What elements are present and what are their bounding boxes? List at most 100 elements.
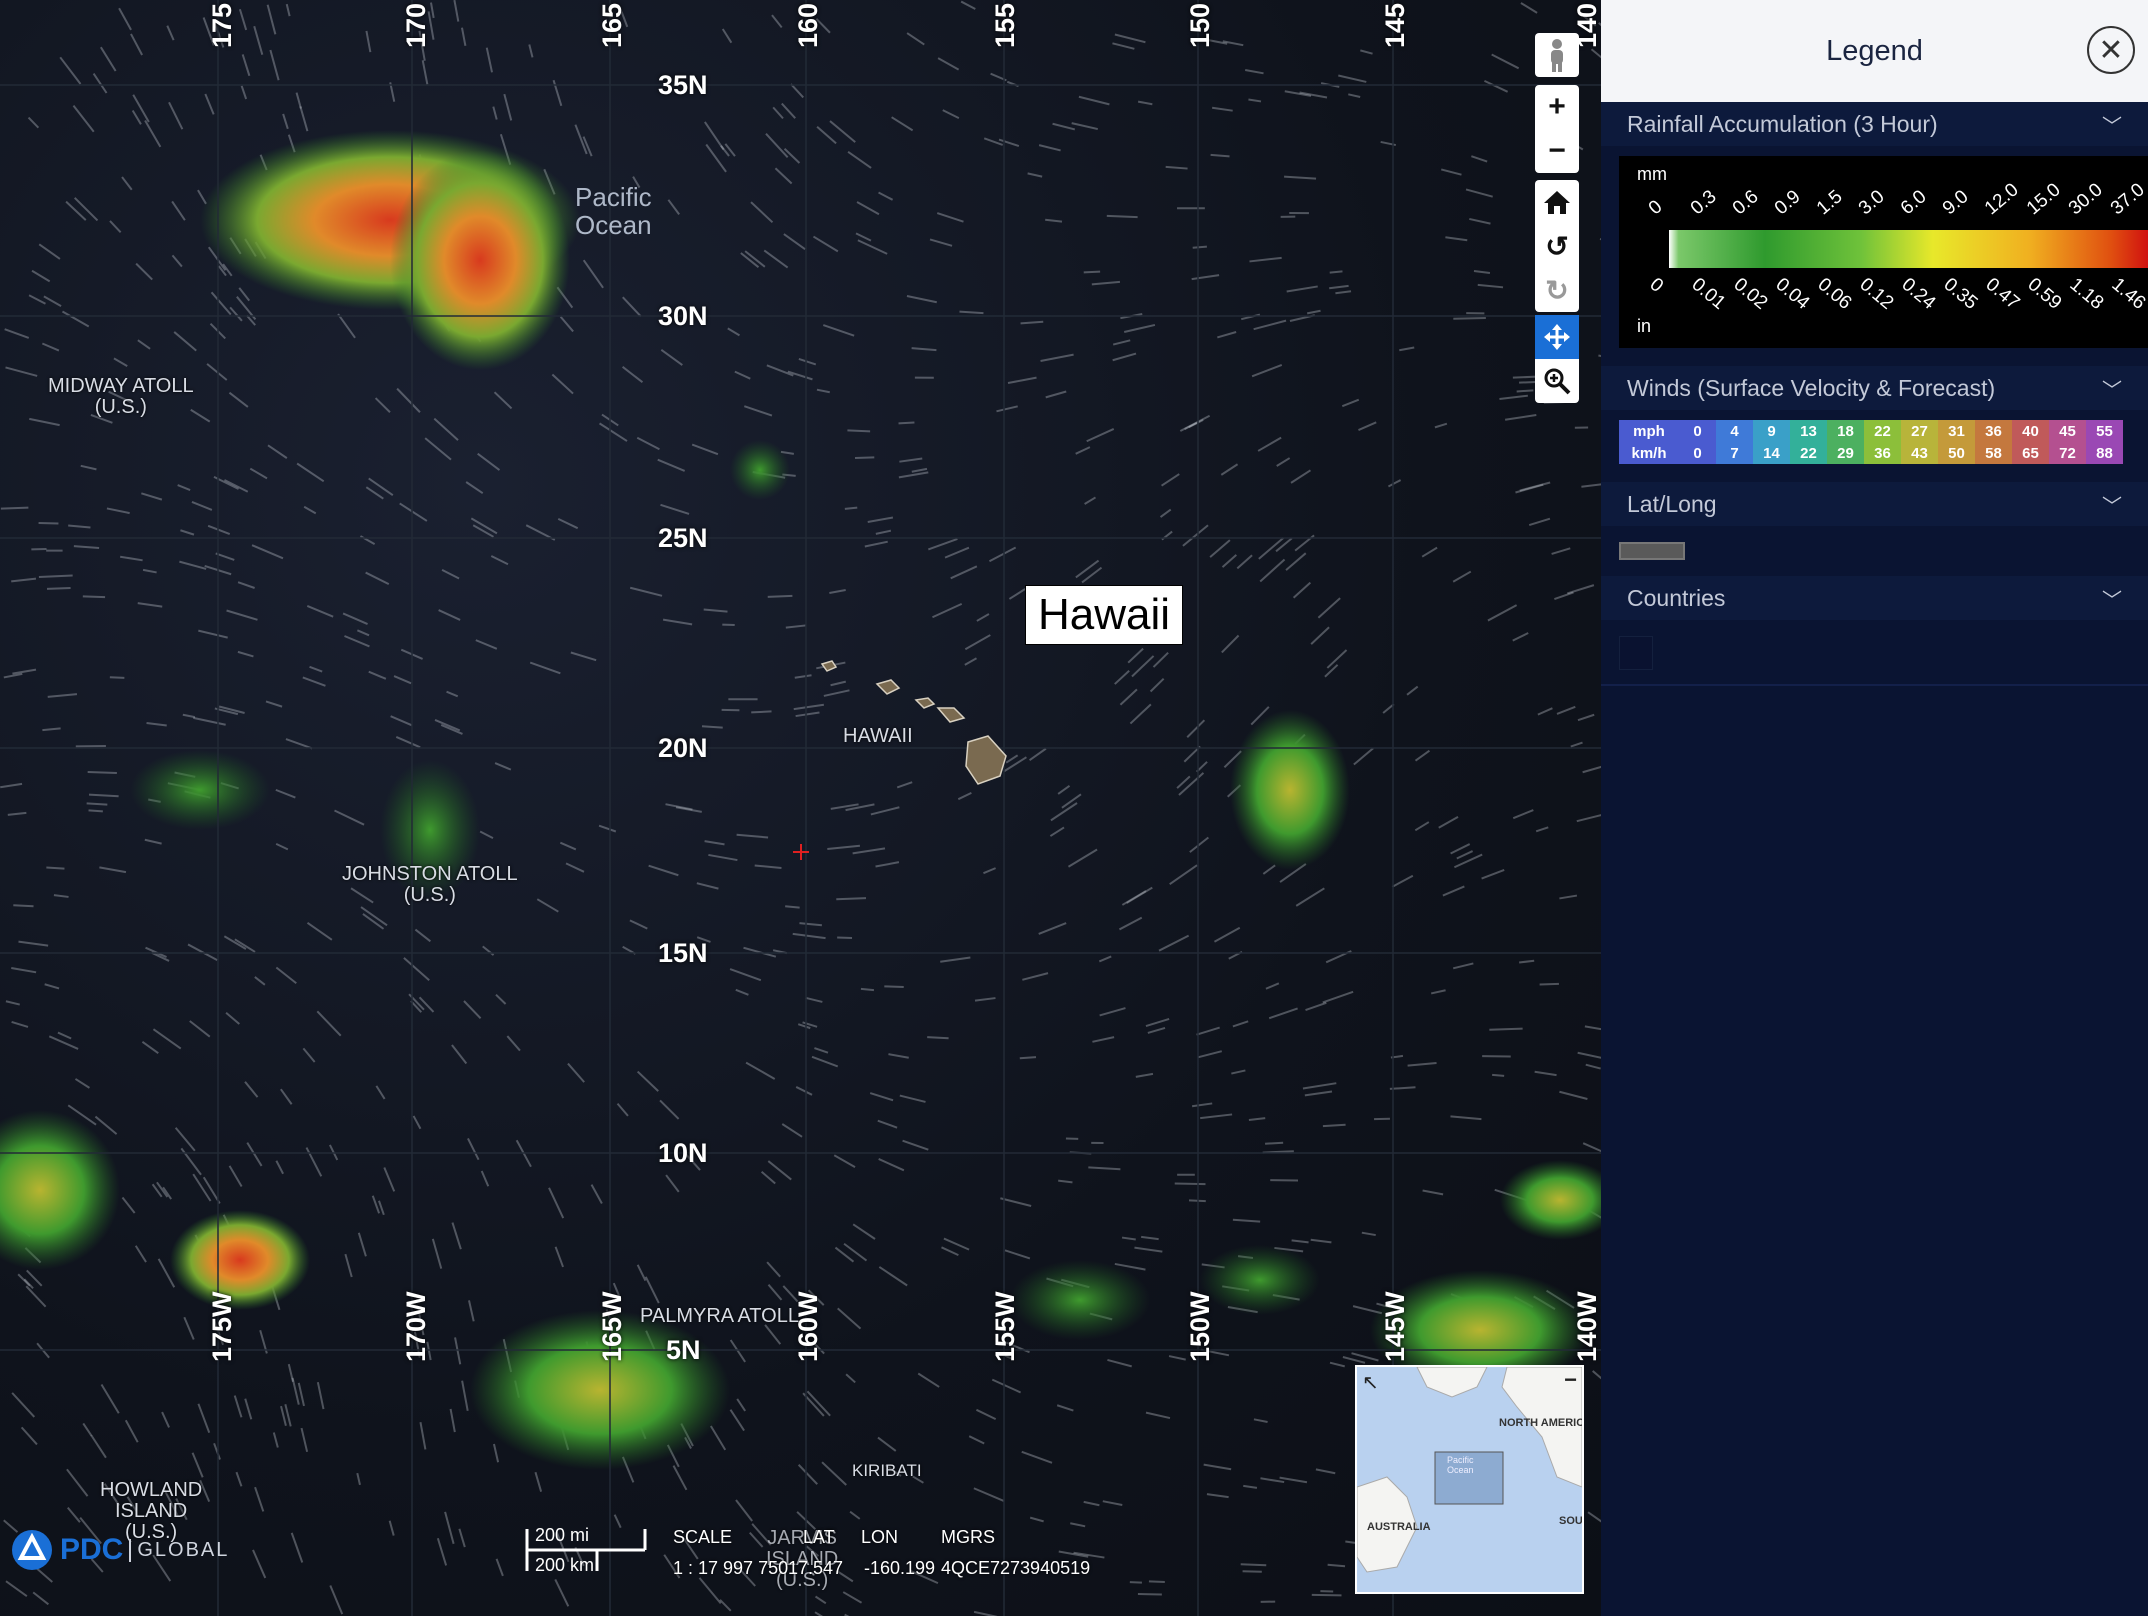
wind-streak (1052, 122, 1076, 131)
rainfall-in-tick: 0.24 (1897, 274, 1940, 314)
winds-kmh-cell: 0 (1679, 442, 1716, 464)
wind-streak (109, 676, 125, 679)
zoom-box-icon[interactable] (1535, 359, 1579, 403)
wind-streak (902, 1139, 929, 1151)
wind-streak (811, 1055, 839, 1068)
mode-controls[interactable] (1535, 315, 1579, 403)
wind-streak (82, 1422, 93, 1437)
home-icon[interactable] (1535, 180, 1579, 224)
wind-streak (390, 715, 413, 727)
wind-streak (960, 0, 976, 10)
wind-streak (468, 1300, 475, 1322)
wind-streak (636, 1264, 647, 1282)
wind-streak (20, 1426, 38, 1446)
wind-streak (467, 1137, 480, 1161)
wind-streak (72, 104, 95, 133)
wind-streak (213, 1442, 221, 1460)
wind-streak (65, 200, 87, 221)
wind-streak (444, 1511, 455, 1545)
wind-streak (1348, 93, 1361, 98)
close-icon[interactable]: ✕ (2087, 26, 2135, 74)
rainfall-in-tick: 0.02 (1729, 274, 1772, 314)
wind-streak (1453, 853, 1483, 869)
wind-streak (821, 1461, 847, 1486)
winds-kmh-cell: 65 (2012, 442, 2049, 464)
wind-streak (665, 1174, 680, 1193)
wind-streak (1134, 1246, 1163, 1253)
wind-streak (1169, 864, 1198, 885)
wind-streak (306, 922, 333, 941)
wind-streak (1481, 869, 1505, 880)
wind-streak (297, 1382, 305, 1407)
rainfall-mm-tick: 0 (1644, 196, 1667, 220)
wind-streak (816, 125, 837, 145)
wind-streak (781, 102, 796, 119)
rotate-left-icon[interactable]: ↺ (1535, 224, 1579, 268)
map-view[interactable]: Pacific Ocean 35N 30N 25N 20N 15N 10N 5N… (0, 0, 1601, 1616)
wind-streak (210, 291, 232, 316)
wind-streak (433, 417, 459, 441)
wind-streak (13, 904, 34, 908)
zoom-out-icon[interactable]: − (1535, 129, 1579, 173)
minimap-collapse-icon[interactable]: − (1564, 1367, 1577, 1393)
wind-streak (1243, 1484, 1258, 1489)
wind-streak (146, 721, 167, 727)
wind-streak (88, 809, 103, 813)
wind-streak (395, 736, 421, 749)
rainfall-overlay (0, 130, 1601, 1470)
wind-streak (1118, 916, 1143, 931)
wind-streak (53, 894, 69, 898)
wind-streak (1407, 1061, 1437, 1067)
wind-streak (767, 594, 793, 598)
wind-streak (73, 545, 100, 549)
zoom-controls[interactable]: + − (1535, 85, 1579, 173)
legend-section-rainfall[interactable]: Rainfall Accumulation (3 Hour) ﹀ (1601, 102, 2148, 146)
overview-minimap[interactable]: ↖ − NORTH AMERIC Pacific Ocean AUSTRALIA… (1355, 1365, 1584, 1594)
pegman-control[interactable] (1535, 33, 1579, 77)
wind-streak (238, 8, 248, 31)
wind-streak (927, 537, 958, 551)
wind-streak (306, 605, 334, 618)
wind-streak (171, 254, 183, 268)
wind-streak (177, 484, 191, 492)
wind-streak (829, 589, 846, 594)
wind-streak (1211, 106, 1233, 112)
wind-streak (1515, 483, 1544, 494)
wind-streak (463, 1000, 482, 1019)
legend-section-countries[interactable]: Countries ﹀ (1601, 576, 2148, 620)
minimap-expand-icon[interactable]: ↖ (1362, 1370, 1379, 1395)
wind-streak (1302, 1082, 1337, 1090)
pegman-icon[interactable] (1535, 33, 1579, 77)
wind-streak (1161, 473, 1180, 487)
winds-mph-cell: 18 (1827, 420, 1864, 442)
wind-streak (1534, 1070, 1557, 1077)
legend-section-winds[interactable]: Winds (Surface Velocity & Forecast) ﹀ (1601, 366, 2148, 410)
wind-streak (1253, 1418, 1268, 1423)
wind-streak (1329, 284, 1349, 290)
wind-streak (1240, 1563, 1267, 1567)
wind-streak (82, 595, 106, 599)
wind-streak (878, 191, 894, 201)
winds-scale-table: mph 0 4 9 13 18 22 27 31 36 40 45 55 km/h 0 7 14 22 29 3… (1619, 420, 2123, 464)
zoom-in-icon[interactable]: + (1535, 85, 1579, 129)
wind-streak (691, 443, 719, 456)
wind-streak (137, 339, 151, 350)
rotate-right-icon[interactable]: ↻ (1535, 268, 1579, 312)
wind-streak (198, 629, 228, 639)
pan-icon[interactable] (1535, 315, 1579, 359)
wind-streak (31, 269, 51, 283)
wind-streak (877, 1119, 898, 1129)
wind-streak (1581, 483, 1601, 488)
wind-streak (823, 689, 850, 697)
wind-streak (1438, 815, 1459, 829)
wind-streak (1268, 1007, 1298, 1020)
wind-streak (1305, 1001, 1327, 1011)
legend-section-latlong[interactable]: Lat/Long ﹀ (1601, 482, 2148, 526)
wind-streak (191, 501, 213, 511)
wind-streak (492, 1443, 500, 1463)
wind-streak (1516, 389, 1534, 393)
wind-streak (869, 1092, 894, 1102)
wind-streak (144, 120, 162, 148)
navigation-controls[interactable]: ↺ ↻ (1535, 180, 1579, 312)
wind-streak (785, 905, 800, 909)
